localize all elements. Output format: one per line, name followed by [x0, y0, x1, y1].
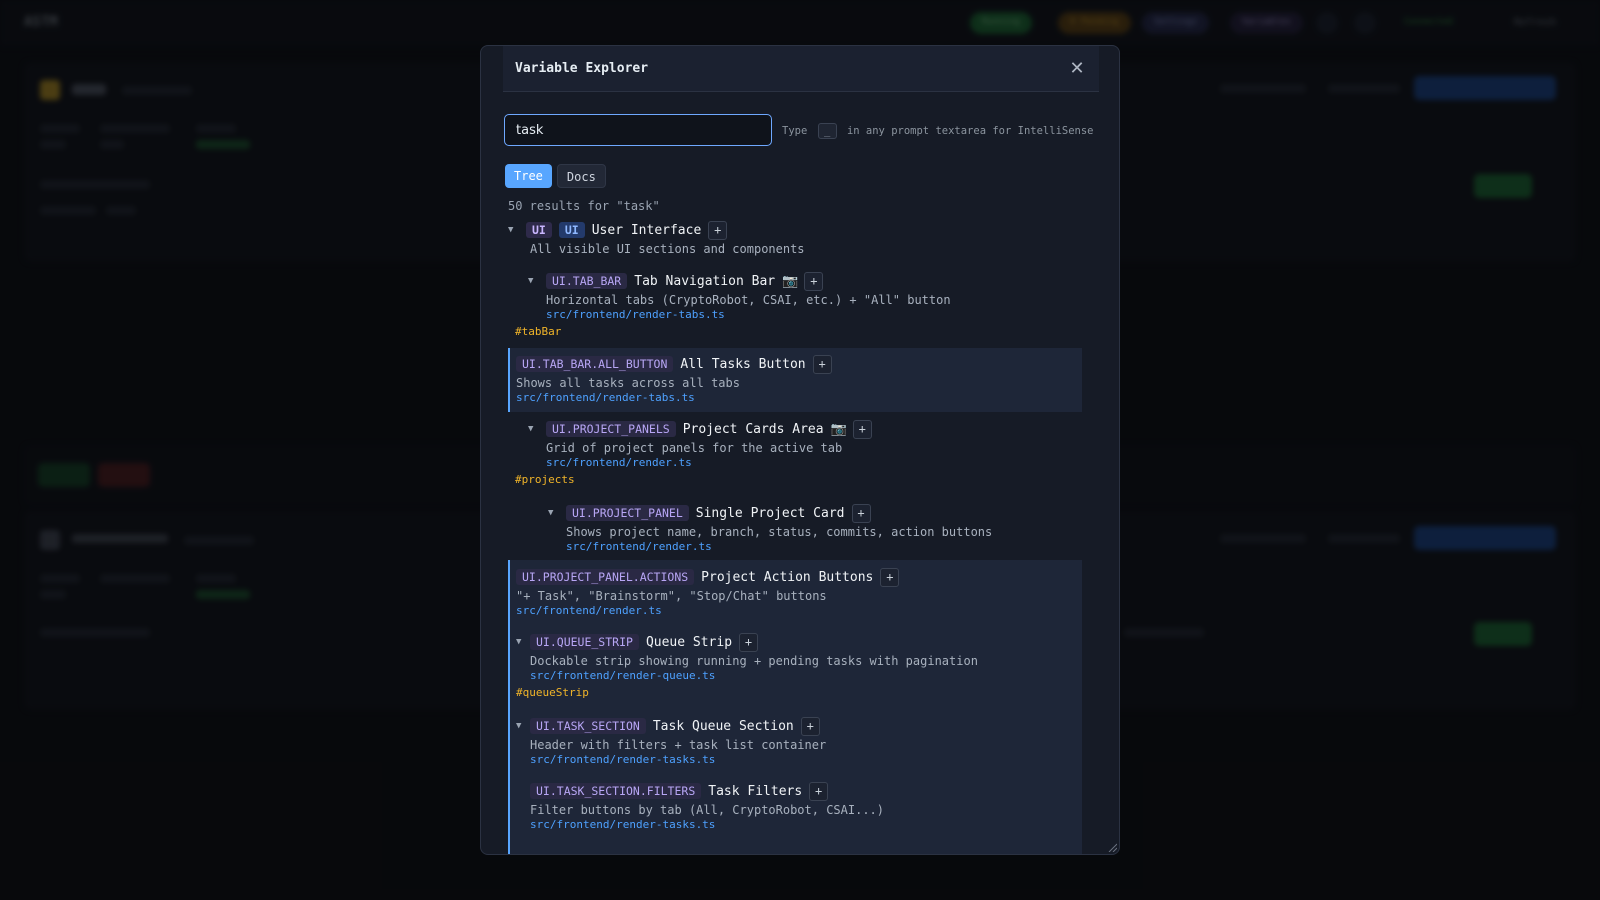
node-description: Filter buttons by tab (All, CryptoRobot,…	[530, 803, 885, 817]
insert-button[interactable]: +	[851, 503, 871, 523]
node-label: Queue Strip	[645, 634, 733, 650]
insert-button[interactable]: +	[804, 271, 824, 291]
dom-anchor: #tabBar	[515, 325, 562, 338]
tab-tree[interactable]: Tree	[505, 164, 552, 188]
node-label: Task Filters	[708, 783, 803, 799]
expand-caret-icon[interactable]: ▼	[508, 225, 526, 235]
source-file-link[interactable]: src/frontend/render.ts	[516, 604, 899, 617]
insert-button[interactable]: +	[812, 354, 832, 374]
node-description: "+ Task", "Brainstorm", "Stop/Chat" butt…	[516, 589, 827, 603]
node-label: All Tasks Button	[680, 356, 806, 372]
node-description: Grid of project panels for the active ta…	[546, 441, 843, 455]
variable-key: UI	[526, 222, 552, 238]
variable-key: UI.TASK_SECTION.FILTERS	[530, 783, 702, 799]
dom-anchor: #queueStrip	[516, 686, 589, 699]
expand-caret-icon[interactable]: ▼	[516, 721, 530, 731]
variable-key: UI.PROJECT_PANEL.ACTIONS	[516, 569, 695, 585]
view-tabs: Tree Docs	[505, 164, 606, 188]
node-description: Horizontal tabs (CryptoRobot, CSAI, etc.…	[546, 293, 951, 307]
insert-button[interactable]: +	[739, 632, 759, 652]
variable-key: UI.TASK_SECTION	[530, 718, 646, 734]
tree-node-tab-bar[interactable]: ▼ UI.TAB_BAR Tab Navigation Bar 📷 + Hori…	[515, 271, 951, 338]
node-label: Tab Navigation Bar	[634, 273, 776, 289]
node-description: Shows all tasks across all tabs	[516, 376, 740, 390]
node-label: Project Action Buttons	[701, 569, 874, 585]
source-file-link[interactable]: src/frontend/render-tasks.ts	[530, 818, 884, 831]
insert-button[interactable]: +	[809, 781, 829, 801]
source-file-link[interactable]: src/frontend/render-tabs.ts	[516, 391, 832, 404]
tree-node-ui[interactable]: ▼ UI UI User Interface + All visible UI …	[508, 220, 805, 256]
variable-key: UI.PROJECT_PANEL	[566, 505, 689, 521]
insert-button[interactable]: +	[852, 419, 872, 439]
tree-node-all-button[interactable]: UI.TAB_BAR.ALL_BUTTON All Tasks Button +…	[516, 354, 832, 404]
source-file-link[interactable]: src/frontend/render.ts	[546, 456, 872, 469]
node-label: Task Queue Section	[652, 718, 794, 734]
variable-key: UI.TAB_BAR	[546, 273, 628, 289]
tree-node-project-panels[interactable]: ▼ UI.PROJECT_PANELS Project Cards Area 📷…	[515, 419, 872, 486]
underscore-key: _	[817, 123, 837, 139]
variable-explorer-modal: Variable Explorer ✕ Type _ in any prompt…	[480, 45, 1120, 855]
tab-docs[interactable]: Docs	[556, 164, 606, 188]
insert-button[interactable]: +	[880, 567, 900, 587]
dom-anchor: #projects	[515, 473, 575, 486]
intellisense-hint: Type _ in any prompt textarea for Intell…	[782, 123, 1094, 139]
node-label: User Interface	[591, 222, 702, 238]
node-label: Single Project Card	[695, 505, 845, 521]
expand-caret-icon[interactable]: ▼	[548, 508, 566, 518]
modal-title: Variable Explorer	[515, 61, 649, 76]
variable-key: UI.TAB_BAR.ALL_BUTTON	[516, 356, 674, 372]
resize-handle-icon[interactable]	[1107, 842, 1117, 852]
tree-node-panel-actions[interactable]: UI.PROJECT_PANEL.ACTIONS Project Action …	[516, 567, 900, 617]
tree-node-task-section[interactable]: ▼ UI.TASK_SECTION Task Queue Section + H…	[516, 716, 826, 766]
hint-before: Type	[782, 125, 808, 137]
tree-node-task-filters[interactable]: UI.TASK_SECTION.FILTERS Task Filters + F…	[530, 781, 884, 831]
insert-button[interactable]: +	[708, 220, 728, 240]
camera-icon[interactable]: 📷	[782, 274, 798, 289]
insert-button[interactable]: +	[800, 716, 820, 736]
close-icon[interactable]: ✕	[1067, 58, 1087, 79]
expand-caret-icon[interactable]: ▼	[528, 276, 546, 286]
camera-icon[interactable]: 📷	[831, 422, 847, 437]
variable-key: UI.QUEUE_STRIP	[530, 634, 639, 650]
variable-key: UI.PROJECT_PANELS	[546, 421, 676, 437]
source-file-link[interactable]: src/frontend/render.ts	[566, 540, 992, 553]
tree-node-project-panel[interactable]: ▼ UI.PROJECT_PANEL Single Project Card +…	[548, 503, 992, 553]
search-input[interactable]	[504, 114, 772, 146]
source-file-link[interactable]: src/frontend/render-tasks.ts	[530, 753, 826, 766]
modal-header: Variable Explorer ✕	[503, 46, 1099, 92]
hint-after: in any prompt textarea for IntelliSense	[846, 125, 1094, 137]
node-description: All visible UI sections and components	[530, 242, 805, 256]
node-description: Dockable strip showing running + pending…	[530, 654, 978, 668]
type-badge: UI	[558, 222, 585, 238]
results-count: 50 results for "task"	[508, 199, 660, 213]
node-description: Shows project name, branch, status, comm…	[566, 525, 993, 539]
source-file-link[interactable]: src/frontend/render-tabs.ts	[546, 308, 951, 321]
tree-node-queue-strip[interactable]: ▼ UI.QUEUE_STRIP Queue Strip + Dockable …	[516, 632, 978, 699]
expand-caret-icon[interactable]: ▼	[528, 424, 546, 434]
expand-caret-icon[interactable]: ▼	[516, 637, 530, 647]
source-file-link[interactable]: src/frontend/render-queue.ts	[530, 669, 978, 682]
node-description: Header with filters + task list containe…	[530, 738, 827, 752]
node-label: Project Cards Area	[682, 421, 824, 437]
